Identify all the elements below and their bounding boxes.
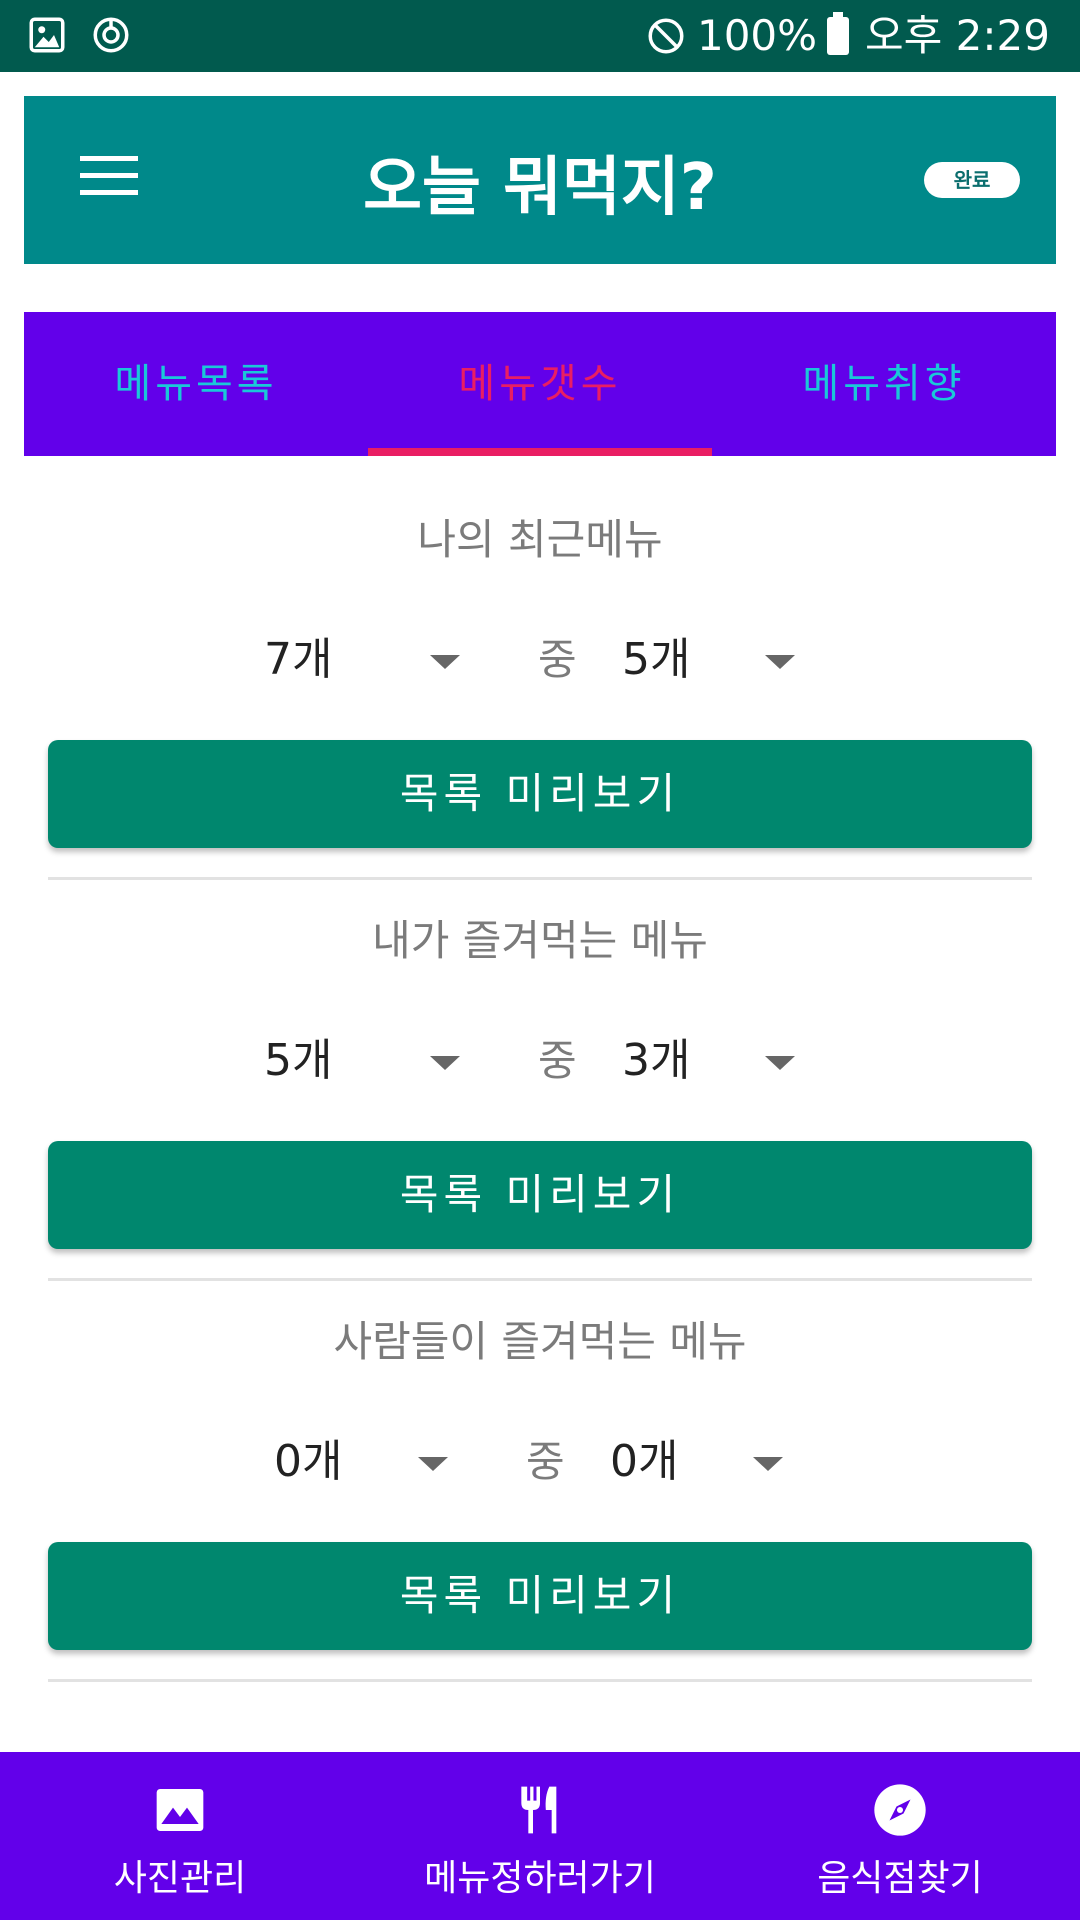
tab-menu-preference[interactable]: 메뉴취향 (712, 312, 1056, 456)
photo-icon (152, 1782, 208, 1838)
preview-list-button[interactable]: 목록 미리보기 (48, 1141, 1032, 1249)
battery-percent: 100% (696, 11, 818, 60)
favorite-menu-section: 내가 즐겨먹는 메뉴 5개 중 3개 목록 미리보기 (48, 911, 1032, 1281)
nav-photo-manage[interactable]: 사진관리 (0, 1752, 360, 1920)
pick-count-select[interactable]: 3개 (622, 1031, 690, 1091)
chevron-down-icon[interactable] (765, 655, 795, 669)
tab-bar: 메뉴목록 메뉴갯수 메뉴취향 (24, 312, 1056, 456)
chevron-down-icon[interactable] (430, 655, 460, 669)
sync-icon (90, 14, 132, 56)
nav-label: 음식점찾기 (817, 1858, 983, 1899)
status-time: 오후 2:29 (865, 11, 1050, 60)
preview-list-button[interactable]: 목록 미리보기 (48, 1542, 1032, 1650)
fork-knife-icon (512, 1782, 568, 1838)
battery-icon (827, 12, 850, 55)
section-title: 나의 최근메뉴 (417, 515, 663, 564)
divider (48, 1679, 1032, 1682)
total-count-select[interactable]: 7개 (264, 630, 332, 690)
status-bar: 100% 오후 2:29 (0, 0, 1080, 72)
preview-list-button[interactable]: 목록 미리보기 (48, 740, 1032, 848)
chevron-down-icon[interactable] (765, 1056, 795, 1070)
nav-find-restaurant[interactable]: 음식점찾기 (720, 1752, 1080, 1920)
pick-count-select[interactable]: 5개 (622, 630, 690, 690)
between-label: 중 (538, 1036, 577, 1085)
popular-menu-section: 사람들이 즐겨먹는 메뉴 0개 중 0개 목록 미리보기 (48, 1312, 1032, 1682)
recent-menu-section: 나의 최근메뉴 7개 중 5개 목록 미리보기 (48, 510, 1032, 880)
chevron-down-icon[interactable] (753, 1457, 783, 1471)
do-not-disturb-icon (645, 15, 687, 57)
between-label: 중 (538, 635, 577, 684)
chevron-down-icon[interactable] (430, 1056, 460, 1070)
image-icon (26, 14, 68, 56)
app-title: 오늘 뭐먹지? (363, 151, 717, 225)
nav-label: 메뉴정하러가기 (424, 1858, 656, 1899)
status-left (26, 14, 132, 56)
between-label: 중 (526, 1437, 565, 1486)
section-title: 사람들이 즐겨먹는 메뉴 (333, 1317, 747, 1366)
divider (48, 877, 1032, 880)
tab-menu-list[interactable]: 메뉴목록 (24, 312, 368, 456)
status-right: 100% 오후 2:29 (645, 8, 1050, 64)
done-button[interactable]: 완료 (924, 162, 1020, 198)
app-bar: 오늘 뭐먹지? 완료 (24, 96, 1056, 264)
chevron-down-icon[interactable] (418, 1457, 448, 1471)
total-count-select[interactable]: 5개 (264, 1031, 332, 1091)
tab-menu-count[interactable]: 메뉴갯수 (368, 312, 712, 456)
nav-pick-menu[interactable]: 메뉴정하러가기 (360, 1752, 720, 1920)
nav-label: 사진관리 (113, 1858, 247, 1899)
divider (48, 1278, 1032, 1281)
compass-icon (872, 1782, 928, 1838)
pick-count-select[interactable]: 0개 (610, 1432, 678, 1492)
section-title: 내가 즐겨먹는 메뉴 (372, 916, 708, 965)
bottom-nav: 사진관리 메뉴정하러가기 음식점찾기 (0, 1752, 1080, 1920)
total-count-select[interactable]: 0개 (274, 1432, 342, 1492)
